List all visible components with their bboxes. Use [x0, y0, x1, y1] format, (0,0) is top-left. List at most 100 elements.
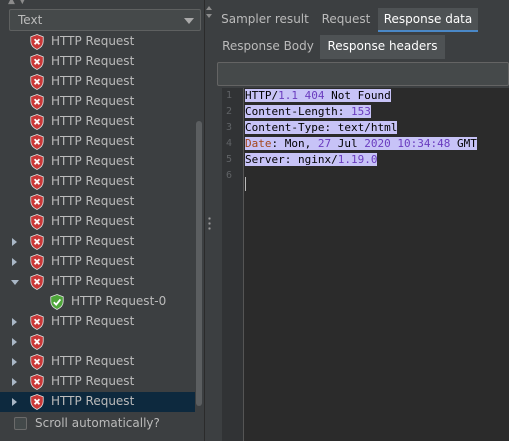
tab-response-data[interactable]: Response data — [378, 8, 478, 32]
tree-row[interactable]: HTTP Request — [0, 212, 195, 232]
results-detail-panel: Sampler result Request Response data Res… — [213, 0, 509, 441]
error-shield-icon — [30, 374, 44, 390]
line-number: 6 — [226, 170, 233, 181]
scroll-automatically-label: Scroll automatically? — [35, 416, 160, 430]
code-token: GMT — [450, 137, 477, 150]
error-shield-icon — [30, 234, 44, 250]
renderer-select-value: Text — [18, 13, 43, 27]
pane-splitter[interactable] — [204, 0, 213, 441]
tab-response-body[interactable]: Response Body — [220, 35, 316, 59]
error-shield-icon — [30, 394, 44, 410]
error-shield-icon — [30, 274, 44, 290]
code-token: Content-Length: — [245, 105, 351, 118]
code-token: 153 — [350, 105, 371, 118]
code-token: Not Found — [324, 89, 391, 102]
tree-row-label: HTTP Request-0 — [71, 294, 167, 308]
tab-response-headers[interactable]: Response headers — [320, 35, 445, 59]
tab-request[interactable]: Request — [316, 8, 376, 31]
collapse-arrows-icon[interactable]: ▲▼ — [8, 0, 38, 6]
code-token: Date — [245, 137, 272, 150]
line-number: 5 — [226, 154, 233, 165]
splitter-down-arrow-icon[interactable] — [206, 14, 212, 18]
error-shield-icon — [30, 334, 44, 350]
selection-highlight: Server: nginx/1.19.0 — [245, 153, 378, 166]
tree-row[interactable]: HTTP Request — [0, 92, 195, 112]
selection-highlight: Date: Mon, 27 Jul 2020 10:34:48 GMT — [245, 137, 477, 150]
tree-row[interactable]: HTTP Request — [0, 172, 195, 192]
selection-highlight: Content-Length: 153 — [245, 105, 371, 118]
error-shield-icon — [30, 134, 44, 150]
tree-row-label: HTTP Request — [51, 114, 135, 128]
tree-row-label: HTTP Request — [51, 374, 135, 388]
expand-right-arrow-icon[interactable] — [12, 398, 17, 406]
code-token: 1.19.0 — [337, 153, 378, 166]
search-input[interactable] — [217, 62, 509, 86]
tree-scrollbar[interactable] — [196, 121, 202, 406]
error-shield-icon — [30, 214, 44, 230]
expand-right-arrow-icon[interactable] — [12, 378, 17, 386]
chevron-down-icon[interactable] — [184, 18, 194, 24]
tree-row[interactable]: HTTP Request — [0, 232, 195, 252]
code-token: Server: nginx/ — [245, 153, 338, 166]
expand-right-arrow-icon[interactable] — [12, 238, 17, 246]
error-shield-icon — [30, 114, 44, 130]
error-shield-icon — [30, 174, 44, 190]
tree-row[interactable]: HTTP Request — [0, 272, 195, 292]
tree-row[interactable]: HTTP Request — [0, 192, 195, 212]
tree-row-label: HTTP Request — [51, 234, 135, 248]
expand-down-arrow-icon[interactable] — [11, 280, 19, 285]
code-token: Jul — [331, 137, 365, 150]
expand-right-arrow-icon[interactable] — [12, 358, 17, 366]
code-line: HTTP/1.1 404 Not Found — [245, 88, 391, 104]
code-token: HTTP/ — [245, 89, 279, 102]
checkbox-box[interactable] — [14, 417, 27, 430]
tree-row[interactable]: HTTP Request — [0, 312, 195, 332]
tree-row-label: HTTP Request — [51, 154, 135, 168]
tree-row[interactable]: HTTP Request — [0, 112, 195, 132]
expand-right-arrow-icon[interactable] — [12, 258, 17, 266]
tree-row-label: HTTP Request — [51, 314, 135, 328]
tree-row[interactable]: HTTP Request — [0, 32, 195, 52]
error-shield-icon — [30, 74, 44, 90]
renderer-select[interactable]: Text — [9, 9, 201, 31]
tree-row[interactable]: HTTP Request — [0, 52, 195, 72]
code-token: 27 — [317, 137, 332, 150]
tree-row[interactable]: HTTP Request — [0, 372, 195, 392]
tree-row[interactable]: HTTP Request — [0, 72, 195, 92]
tree-row-label: HTTP Request — [51, 254, 135, 268]
tree-row[interactable] — [0, 332, 195, 352]
code-line: Content-Length: 153 — [245, 104, 371, 120]
selection-highlight: Content-Type: text/html — [245, 121, 398, 134]
tab-sampler-result[interactable]: Sampler result — [217, 8, 313, 31]
tree-row[interactable]: HTTP Request — [0, 132, 195, 152]
error-shield-icon — [30, 54, 44, 70]
tree-row[interactable]: HTTP Request — [0, 352, 195, 372]
response-headers-editor[interactable]: 1 2 3 4 5 6 HTTP/1.1 404 Not Found Content-Len… — [222, 88, 509, 441]
tree-row-label: HTTP Request — [51, 354, 135, 368]
tree-row[interactable]: HTTP Request — [0, 252, 195, 272]
expand-right-arrow-icon[interactable] — [12, 338, 17, 346]
tree-row-label: HTTP Request — [51, 34, 135, 48]
tree-row[interactable]: HTTP Request-0 — [0, 292, 195, 312]
error-shield-icon — [30, 154, 44, 170]
tree-row-label: HTTP Request — [51, 174, 135, 188]
code-token: Content-Type: text/html — [245, 121, 398, 134]
tree-row[interactable]: HTTP Request — [0, 392, 195, 412]
code-line: Date: Mon, 27 Jul 2020 10:34:48 GMT — [245, 136, 477, 152]
code-line: Content-Type: text/html — [245, 120, 398, 136]
splitter-up-arrow-icon[interactable] — [206, 6, 212, 10]
tree-row[interactable]: HTTP Request — [0, 152, 195, 172]
results-tree: HTTP Request HTTP Request HTTP Request HTTP… — [0, 32, 195, 412]
splitter-grip-icon[interactable] — [208, 216, 211, 230]
tree-row-label: HTTP Request — [51, 214, 135, 228]
code-token: : Mon, — [271, 137, 318, 150]
code-line: Server: nginx/1.19.0 — [245, 152, 378, 168]
code-token: 404 — [304, 89, 325, 102]
error-shield-icon — [30, 314, 44, 330]
error-shield-icon — [30, 254, 44, 270]
tree-row-label: HTTP Request — [51, 134, 135, 148]
success-shield-icon — [50, 294, 64, 310]
tree-row-label: HTTP Request — [51, 394, 135, 408]
expand-right-arrow-icon[interactable] — [12, 318, 17, 326]
